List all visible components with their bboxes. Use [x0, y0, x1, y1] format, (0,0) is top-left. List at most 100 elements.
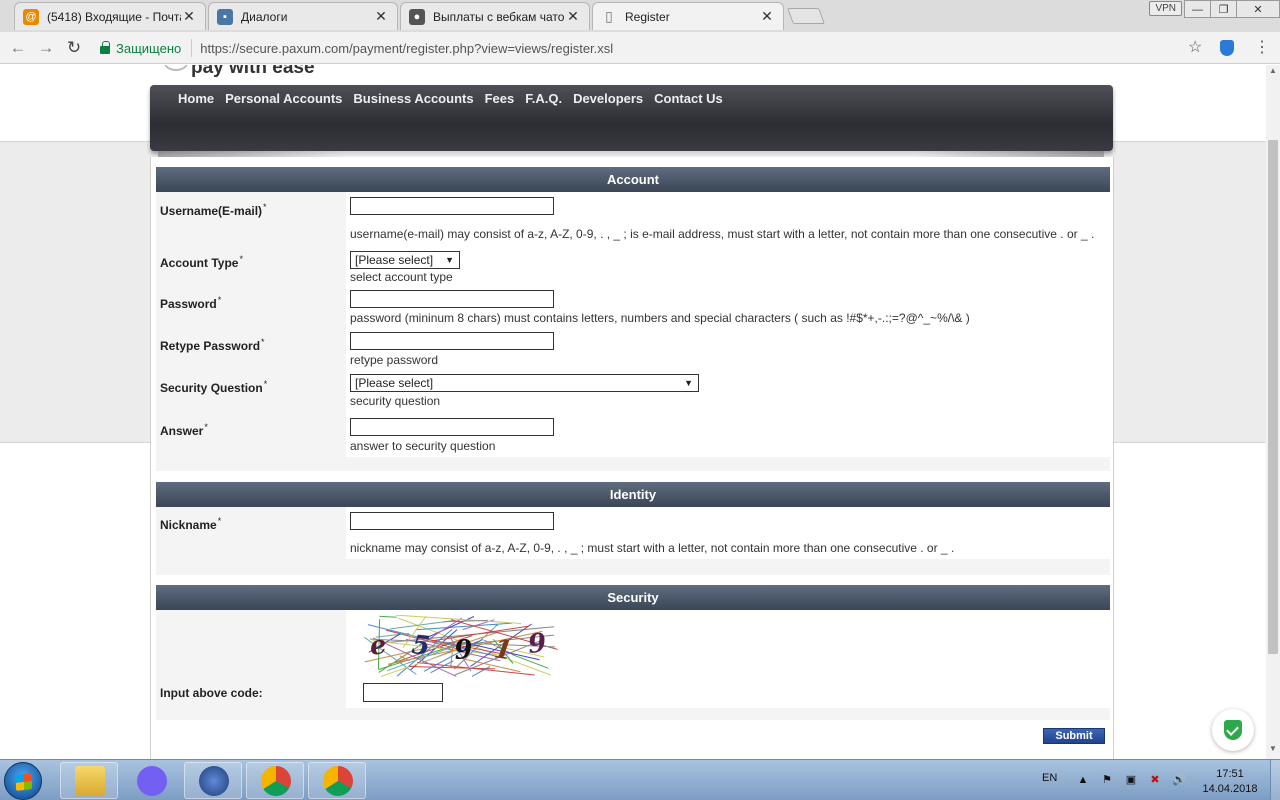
nickname-hint: nickname may consist of a-z, A-Z, 0-9, .… [350, 541, 955, 555]
minimize-icon[interactable]: — [1184, 0, 1211, 18]
bookmark-star-icon[interactable]: ☆ [1188, 37, 1202, 57]
vpn-badge[interactable]: VPN [1149, 1, 1182, 16]
tab-register[interactable]: ▯ Register ✕ [592, 2, 784, 30]
show-desktop-button[interactable] [1270, 760, 1280, 800]
captcha-character: 9 [453, 635, 473, 666]
chrome-icon [323, 766, 353, 796]
language-indicator[interactable]: EN [1042, 772, 1057, 784]
window-close-icon[interactable]: ✕ [1236, 0, 1280, 18]
account-type-select[interactable]: [Please select] ▼ [350, 251, 460, 269]
nav-fees[interactable]: Fees [485, 91, 515, 106]
dropdown-arrow-icon: ▼ [684, 378, 693, 388]
password-hint: password (mininum 8 chars) must contains… [350, 311, 970, 325]
nickname-input[interactable] [350, 512, 554, 530]
start-button[interactable] [4, 762, 42, 800]
account-type-row: [Please select] ▼ select account type [346, 242, 1110, 286]
viber-icon [137, 766, 167, 796]
username-input[interactable] [350, 197, 554, 215]
section-header-identity: Identity [156, 482, 1110, 507]
close-icon[interactable]: ✕ [565, 8, 581, 25]
nav-faq[interactable]: F.A.Q. [525, 91, 562, 106]
required-mark: * [217, 516, 222, 526]
required-mark: * [263, 202, 267, 212]
select-value: [Please select] [355, 376, 434, 390]
nav-personal-accounts[interactable]: Personal Accounts [225, 91, 342, 106]
action-center-flag-icon[interactable]: ⚑ [1100, 773, 1114, 787]
windows-logo-icon [16, 773, 32, 791]
security-question-select[interactable]: [Please select] ▼ [350, 374, 699, 392]
retype-password-row: retype password [346, 328, 1110, 370]
tab-title: Диалоги [241, 9, 288, 24]
system-clock[interactable]: 17:51 14.04.2018 [1192, 767, 1268, 797]
captcha-character: 9 [527, 628, 548, 660]
retype-password-label: Retype Password* [156, 328, 346, 370]
taskbar-thunderbird[interactable] [184, 762, 242, 799]
reload-icon[interactable]: ↻ [64, 38, 84, 58]
close-icon[interactable]: ✕ [373, 8, 389, 25]
extension-shield-icon[interactable] [1220, 40, 1234, 56]
scrollbar-thumb[interactable] [1268, 140, 1278, 654]
scroll-up-arrow-icon[interactable]: ▲ [1266, 66, 1280, 80]
section-spacer [156, 559, 1110, 575]
password-input[interactable] [350, 290, 554, 308]
close-icon[interactable]: ✕ [181, 8, 197, 25]
label-text: Account Type [160, 256, 239, 270]
shield-check-icon [1224, 720, 1242, 740]
registration-form: Account Username(E-mail)* username(e-mai… [150, 157, 1114, 759]
required-mark: * [204, 422, 208, 432]
taskbar-chrome-1[interactable] [246, 762, 304, 799]
taskbar-viber[interactable] [122, 762, 180, 799]
tab-dialogs[interactable]: ▪ Диалоги ✕ [208, 2, 398, 30]
security-question-label: Security Question* [156, 370, 346, 412]
dropdown-arrow-icon: ▼ [445, 255, 454, 265]
secure-label: Защищено [116, 40, 182, 56]
protection-shield-button[interactable] [1212, 709, 1254, 751]
windows-taskbar: EN ▲ ⚑ ▣ ✖ 🔊 17:51 14.04.2018 [0, 759, 1280, 800]
site-tagline: pay with ease [191, 65, 315, 78]
divider [191, 39, 193, 57]
input-code-row [358, 678, 1110, 708]
device-icon[interactable]: ▣ [1124, 773, 1138, 787]
nav-contact-us[interactable]: Contact Us [654, 91, 723, 106]
address-bar[interactable]: Защищено https://secure.paxum.com/paymen… [94, 36, 1214, 60]
retype-password-input[interactable] [350, 332, 554, 350]
answer-input[interactable] [350, 418, 554, 436]
nav-business-accounts[interactable]: Business Accounts [353, 91, 473, 106]
captcha-code-input[interactable] [363, 683, 443, 702]
section-spacer [156, 457, 1110, 471]
back-arrow-icon[interactable]: ← [8, 38, 28, 58]
security-question-row: [Please select] ▼ security question [346, 370, 1110, 412]
taskbar-explorer[interactable] [60, 762, 118, 799]
required-mark: * [261, 337, 265, 347]
new-tab-button[interactable] [787, 8, 825, 24]
submit-row [156, 708, 1110, 738]
scroll-down-arrow-icon[interactable]: ▼ [1266, 744, 1280, 758]
browser-tab-bar: @ (5418) Входящие - Почта ✕ ▪ Диалоги ✕ … [0, 0, 1280, 32]
browser-menu-icon[interactable]: ⋮ [1254, 36, 1270, 60]
answer-row: answer to security question [346, 412, 1110, 457]
lock-icon [100, 41, 110, 54]
vk-favicon-icon: ▪ [217, 8, 233, 25]
required-mark: * [217, 295, 222, 305]
nav-home[interactable]: Home [178, 91, 214, 106]
username-hint: username(e-mail) may consist of a-z, A-Z… [350, 227, 1095, 241]
section-header-security: Security [156, 585, 1110, 610]
page-favicon-icon: ▯ [605, 8, 613, 24]
network-disconnected-icon[interactable]: ✖ [1148, 773, 1162, 787]
mail-client-icon [199, 766, 229, 796]
clock-date: 14.04.2018 [1202, 783, 1258, 795]
submit-button[interactable]: Submit [1043, 728, 1105, 744]
account-type-hint: select account type [350, 270, 453, 284]
site-favicon-icon: ● [409, 8, 425, 25]
nav-developers[interactable]: Developers [573, 91, 643, 106]
forward-arrow-icon[interactable]: → [36, 38, 56, 58]
volume-icon[interactable]: 🔊 [1172, 773, 1186, 787]
restore-icon[interactable]: ❐ [1210, 0, 1237, 18]
url-text[interactable]: https://secure.paxum.com/payment/registe… [200, 41, 613, 56]
taskbar-chrome-2[interactable] [308, 762, 366, 799]
tab-webcam-payouts[interactable]: ● Выплаты с вебкам чатов ✕ [400, 2, 590, 30]
tab-mail[interactable]: @ (5418) Входящие - Почта ✕ [14, 2, 206, 30]
close-icon[interactable]: ✕ [759, 8, 775, 25]
label-text: Answer [160, 424, 204, 438]
show-hidden-icons-icon[interactable]: ▲ [1076, 773, 1090, 787]
